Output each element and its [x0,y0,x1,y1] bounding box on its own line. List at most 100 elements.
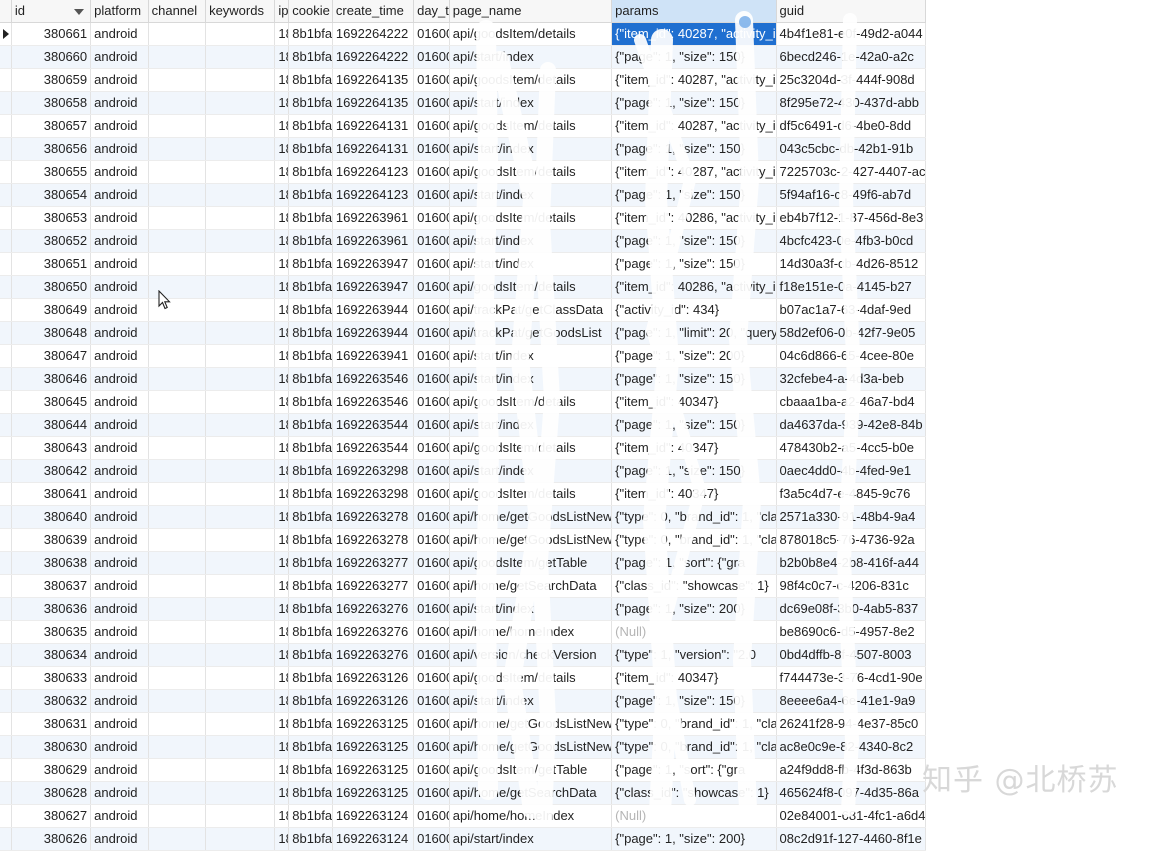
cell-platform[interactable]: android [91,460,149,482]
cell-platform[interactable]: android [91,598,149,620]
cell-platform[interactable]: android [91,736,149,758]
row-gutter[interactable] [0,575,12,597]
cell-page-name[interactable]: api/start/index [450,253,613,275]
cell-id[interactable]: 380659 [12,69,92,91]
cell-create-time[interactable]: 1692263125 [333,782,415,804]
cell-guid[interactable]: a24f9dd8-fb-4f3d-863b [777,759,927,781]
cell-ip[interactable]: 18 [275,345,290,367]
cell-params[interactable]: {"page": 1, "size": 150} [612,253,777,275]
cell-guid[interactable]: b07ac1a7-63-4daf-9ed [777,299,927,321]
table-row[interactable]: 380632android 188b1bfa169226312601600api/… [0,690,927,713]
table-row[interactable]: 380629android 188b1bfa169226312501600api/… [0,759,927,782]
cell-channel[interactable] [149,92,207,114]
cell-page-name[interactable]: api/start/index [450,828,613,850]
cell-params[interactable]: {"page": 1, "limit": 20, "query [612,322,777,344]
column-header-day-t[interactable]: day_t [414,0,450,22]
table-row[interactable]: 380647android 188b1bfa169226394101600api/… [0,345,927,368]
cell-create-time[interactable]: 1692263124 [333,805,415,827]
cell-params[interactable]: {"page": 1, "size": 150} [612,46,777,68]
cell-page-name[interactable]: api/goodsItem/details [450,391,613,413]
cell-id[interactable]: 380649 [12,299,92,321]
cell-ip[interactable]: 18 [275,322,290,344]
cell-platform[interactable]: android [91,667,149,689]
cell-keywords[interactable] [206,759,276,781]
cell-ip[interactable]: 18 [275,115,290,137]
cell-create-time[interactable]: 1692263544 [333,437,415,459]
cell-keywords[interactable] [206,368,276,390]
cell-guid[interactable]: f744473e-3-76-4cd1-90e [777,667,927,689]
cell-page-name[interactable]: api/trackPat/getGoodsList [450,322,613,344]
cell-id[interactable]: 380626 [12,828,92,850]
cell-id[interactable]: 380644 [12,414,92,436]
cell-channel[interactable] [149,667,207,689]
cell-day-t[interactable]: 01600 [414,230,450,252]
cell-create-time[interactable]: 1692263277 [333,575,415,597]
row-gutter[interactable] [0,138,12,160]
cell-id[interactable]: 380650 [12,276,92,298]
cell-keywords[interactable] [206,23,276,45]
cell-id[interactable]: 380629 [12,759,92,781]
cell-create-time[interactable]: 1692264131 [333,138,415,160]
cell-page-name[interactable]: api/home/getGoodsListNew [450,529,613,551]
table-row[interactable]: 380641android 188b1bfa169226329801600api/… [0,483,927,506]
cell-page-name[interactable]: api/start/index [450,230,613,252]
cell-guid[interactable]: 8eeee6a4-6e-41e1-9a9 [777,690,927,712]
cell-guid[interactable]: 465624f8-097-4d35-86a [777,782,927,804]
cell-day-t[interactable]: 01600 [414,575,450,597]
cell-channel[interactable] [149,644,207,666]
row-gutter[interactable] [0,782,12,804]
table-row[interactable]: 380651android 188b1bfa169226394701600api/… [0,253,927,276]
cell-ip[interactable]: 18 [275,805,290,827]
cell-channel[interactable] [149,575,207,597]
table-row[interactable]: 380646android 188b1bfa169226354601600api/… [0,368,927,391]
cell-keywords[interactable] [206,690,276,712]
cell-keywords[interactable] [206,69,276,91]
cell-cookie[interactable]: 8b1bfa [289,414,333,436]
cell-create-time[interactable]: 1692263278 [333,506,415,528]
cell-guid[interactable]: 26241f28-94-4e37-85c0 [777,713,927,735]
cell-create-time[interactable]: 1692263544 [333,414,415,436]
cell-params[interactable]: {"page": 1, "sort": {"gra [612,759,777,781]
cell-platform[interactable]: android [91,322,149,344]
cell-params[interactable]: {"page": 1, "size": 200} [612,828,777,850]
table-row[interactable]: 380631android 188b1bfa169226312501600api/… [0,713,927,736]
cell-params[interactable]: {"type": 0, "brand_id": 1, "cla [612,736,777,758]
cell-keywords[interactable] [206,782,276,804]
cell-ip[interactable]: 18 [275,138,290,160]
cell-create-time[interactable]: 1692263125 [333,713,415,735]
table-row[interactable]: 380649android 188b1bfa169226394401600api/… [0,299,927,322]
cell-id[interactable]: 380640 [12,506,92,528]
table-row[interactable]: 380653android 188b1bfa169226396101600api/… [0,207,927,230]
cell-platform[interactable]: android [91,437,149,459]
cell-day-t[interactable]: 01600 [414,368,450,390]
cell-params[interactable]: {"type": 0, "brand_id": 1, "cla [612,506,777,528]
row-gutter[interactable] [0,483,12,505]
cell-channel[interactable] [149,529,207,551]
cell-day-t[interactable]: 01600 [414,529,450,551]
cell-page-name[interactable]: api/goodsItem/details [450,276,613,298]
cell-keywords[interactable] [206,92,276,114]
cell-day-t[interactable]: 01600 [414,23,450,45]
cell-create-time[interactable]: 1692263947 [333,276,415,298]
cell-day-t[interactable]: 01600 [414,552,450,574]
cell-platform[interactable]: android [91,690,149,712]
cell-day-t[interactable]: 01600 [414,621,450,643]
cell-platform[interactable]: android [91,207,149,229]
cell-id[interactable]: 380637 [12,575,92,597]
table-row[interactable]: 380642android 188b1bfa169226329801600api/… [0,460,927,483]
cell-create-time[interactable]: 1692263126 [333,690,415,712]
table-row[interactable]: 380652android 188b1bfa169226396101600api/… [0,230,927,253]
cell-params[interactable]: (Null) [612,621,777,643]
cell-ip[interactable]: 18 [275,207,290,229]
table-row[interactable]: 380648android 188b1bfa169226394401600api/… [0,322,927,345]
cell-guid[interactable]: 7225703c-2-427-4407-acc [777,161,927,183]
cell-keywords[interactable] [206,828,276,850]
cell-create-time[interactable]: 1692263276 [333,621,415,643]
cell-guid[interactable]: 043c5cbc-db-42b1-91b [777,138,927,160]
row-gutter[interactable] [0,230,12,252]
cell-day-t[interactable]: 01600 [414,391,450,413]
cell-id[interactable]: 380657 [12,115,92,137]
cell-platform[interactable]: android [91,782,149,804]
cell-id[interactable]: 380632 [12,690,92,712]
row-gutter[interactable] [0,621,12,643]
